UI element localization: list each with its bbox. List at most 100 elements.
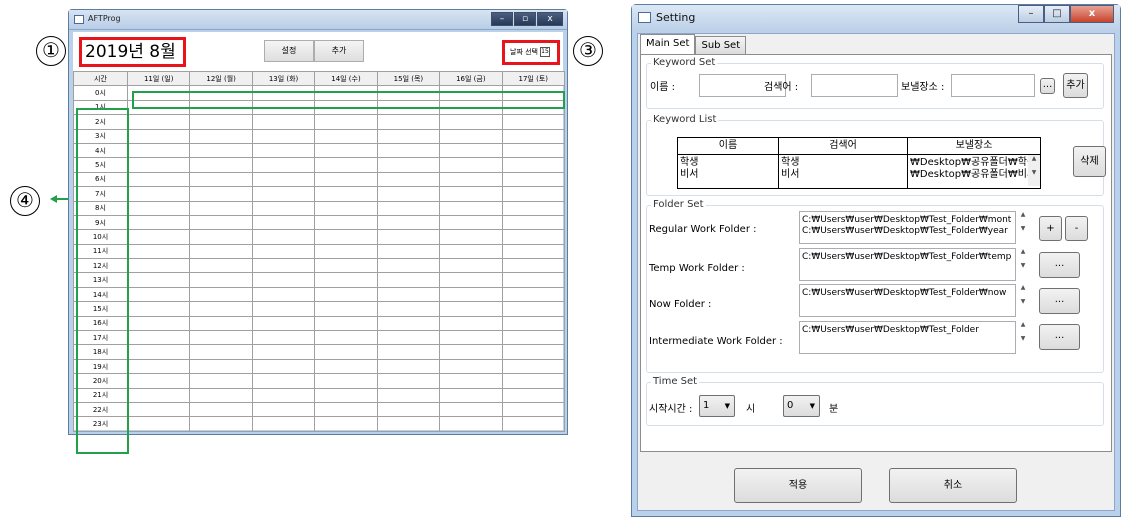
schedule-cell[interactable] [314,344,378,360]
add-folder-button[interactable]: + [1039,216,1062,241]
schedule-cell[interactable] [126,373,191,389]
schedule-cell[interactable] [314,286,378,303]
hour-select[interactable]: 1 ▼ [699,395,735,417]
schedule-cell[interactable] [251,330,316,346]
schedule-cell[interactable] [189,315,253,332]
regular-folder-list[interactable]: C:₩Users₩user₩Desktop₩Test_Folder₩mont C… [799,211,1016,244]
schedule-cell[interactable] [126,286,191,303]
schedule-cell[interactable] [314,229,378,245]
schedule-cell[interactable] [189,330,253,346]
schedule-cell[interactable] [439,186,503,202]
day-header[interactable]: 13일 (화) [251,70,316,87]
schedule-cell[interactable] [251,200,316,216]
schedule-cell[interactable] [376,301,441,317]
schedule-cell[interactable] [501,301,566,317]
search-input[interactable] [811,74,898,97]
schedule-cell[interactable] [251,401,316,418]
schedule-cell[interactable] [376,200,441,216]
schedule-cell[interactable] [251,114,316,130]
list-item[interactable]: ₩Desktop₩공유폴더₩학생 [910,157,1028,169]
minimize-button[interactable]: – [1018,5,1044,23]
schedule-cell[interactable] [501,186,566,202]
schedule-cell[interactable] [189,401,253,418]
schedule-cell[interactable] [189,272,253,288]
date-select-button[interactable]: 날짜 선택 15 [502,40,560,65]
schedule-cell[interactable] [439,272,503,288]
schedule-cell[interactable] [314,401,378,418]
schedule-cell[interactable] [126,243,191,260]
schedule-cell[interactable] [439,358,503,375]
schedule-cell[interactable] [314,243,378,260]
settings-button[interactable]: 설정 [264,40,314,62]
intermediate-folder-browse-button[interactable]: ... [1039,324,1080,350]
schedule-cell[interactable] [439,344,503,360]
remove-folder-button[interactable]: - [1065,216,1088,241]
schedule-cell[interactable] [189,142,253,159]
schedule-cell[interactable] [126,157,191,173]
schedule-cell[interactable] [501,114,566,130]
schedule-cell[interactable] [251,243,316,260]
schedule-cell[interactable] [314,301,378,317]
list-item[interactable]: 비서 [680,169,776,181]
schedule-cell[interactable] [501,373,566,389]
maximize-button[interactable]: ▫ [514,12,536,26]
schedule-cell[interactable] [251,301,316,317]
schedule-cell[interactable] [501,286,566,303]
schedule-cell[interactable] [126,186,191,202]
list-item[interactable]: ₩Desktop₩공유폴더₩비서 [910,169,1028,181]
schedule-cell[interactable] [439,229,503,245]
schedule-cell[interactable] [314,200,378,216]
schedule-cell[interactable] [439,286,503,303]
schedule-cell[interactable] [376,157,441,173]
keyword-delete-button[interactable]: 삭제 [1073,146,1106,177]
schedule-cell[interactable] [501,401,566,418]
tab-main-set[interactable]: Main Set [640,34,696,54]
schedule-cell[interactable] [501,358,566,375]
schedule-cell[interactable] [314,330,378,346]
schedule-cell[interactable] [376,416,441,432]
schedule-cell[interactable] [501,387,566,403]
close-button[interactable]: x [1070,5,1114,23]
schedule-cell[interactable] [189,114,253,130]
schedule-cell[interactable] [314,387,378,403]
location-input[interactable] [951,74,1035,97]
now-folder-browse-button[interactable]: ... [1039,288,1080,314]
schedule-cell[interactable] [376,286,441,303]
add-button[interactable]: 추가 [314,40,364,62]
cancel-button[interactable]: 취소 [889,468,1017,503]
day-header[interactable]: 14일 (수) [314,70,378,87]
location-browse-button[interactable]: ... [1040,78,1055,94]
schedule-cell[interactable] [126,330,191,346]
schedule-cell[interactable] [251,315,316,332]
schedule-cell[interactable] [126,114,191,130]
schedule-cell[interactable] [376,114,441,130]
schedule-cell[interactable] [501,330,566,346]
day-header[interactable]: 15일 (목) [376,70,441,87]
schedule-cell[interactable] [376,128,441,144]
schedule-cell[interactable] [439,330,503,346]
schedule-cell[interactable] [439,214,503,231]
schedule-cell[interactable] [376,387,441,403]
schedule-cell[interactable] [189,128,253,144]
now-folder-field[interactable]: C:₩Users₩user₩Desktop₩Test_Folder₩now [799,284,1016,317]
schedule-cell[interactable] [126,258,191,274]
schedule-cell[interactable] [439,373,503,389]
schedule-cell[interactable] [251,286,316,303]
schedule-cell[interactable] [251,229,316,245]
schedule-cell[interactable] [251,142,316,159]
schedule-cell[interactable] [189,358,253,375]
schedule-cell[interactable] [376,315,441,332]
schedule-cell[interactable] [189,416,253,432]
schedule-cell[interactable] [189,186,253,202]
schedule-cell[interactable] [314,171,378,188]
schedule-cell[interactable] [189,344,253,360]
schedule-cell[interactable] [439,142,503,159]
schedule-cell[interactable] [126,387,191,403]
now-folder-scrollbar[interactable]: ▲ ▼ [1017,284,1029,317]
schedule-cell[interactable] [251,416,316,432]
schedule-cell[interactable] [376,373,441,389]
schedule-cell[interactable] [439,157,503,173]
day-header[interactable]: 16일 (금) [439,70,503,87]
schedule-cell[interactable] [251,214,316,231]
schedule-cell[interactable] [189,286,253,303]
